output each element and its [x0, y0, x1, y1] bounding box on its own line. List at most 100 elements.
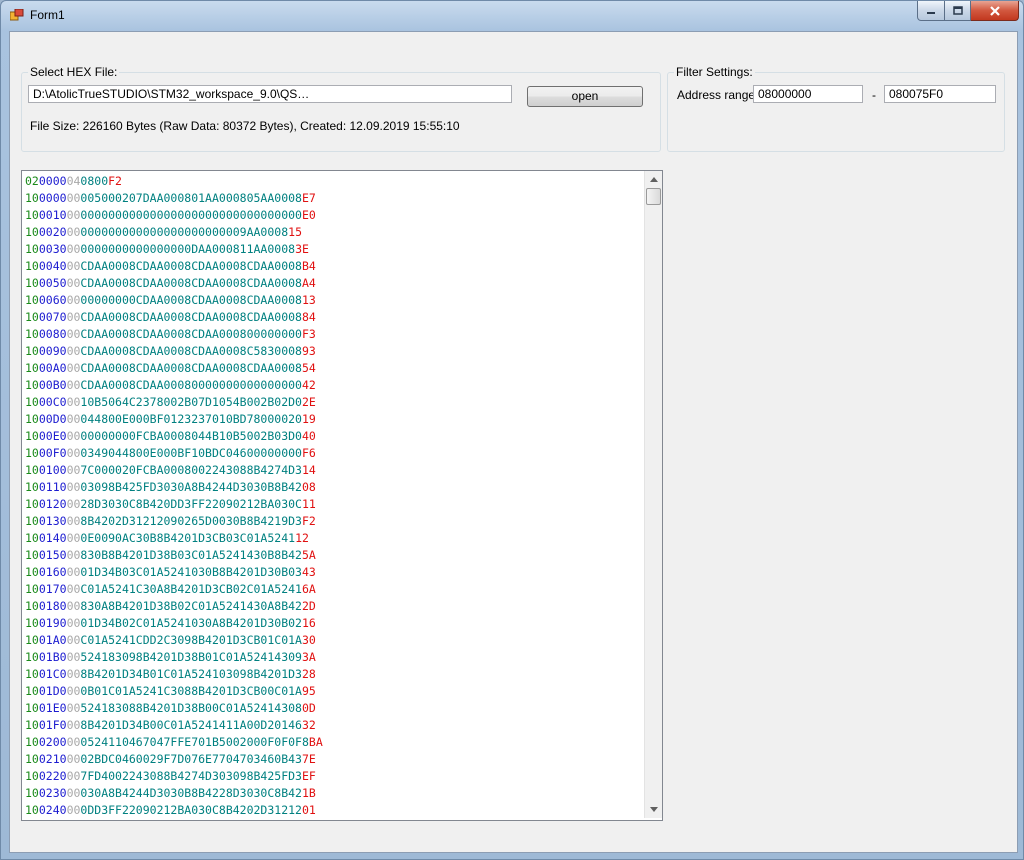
record-address: 00B0 [38, 378, 67, 392]
record-type: 00 [66, 752, 81, 766]
hex-record-line: 1000A000CDAA0008CDAA0008CDAA0008CDAA0008… [25, 360, 323, 377]
record-length: 10 [25, 446, 39, 460]
record-checksum: 28 [301, 667, 316, 681]
record-checksum: 08 [301, 480, 316, 494]
record-type: 00 [66, 191, 81, 205]
record-type: 00 [66, 327, 81, 341]
open-button[interactable]: open [527, 86, 643, 107]
record-checksum: 15 [288, 225, 302, 239]
close-icon [989, 5, 1000, 16]
record-length: 10 [25, 412, 39, 426]
record-data: 00000000000000000000000000000000 [80, 208, 302, 222]
record-address: 0240 [38, 803, 67, 817]
record-length: 10 [25, 701, 39, 715]
hex-record-line: 100200000524110467047FFE701B5002000F0F0F… [25, 734, 323, 751]
hex-record-line: 1001600001D34B03C01A5241030B8B4201D30B03… [25, 564, 323, 581]
record-type: 00 [66, 208, 81, 222]
app-window: Form1 Select HEX File: D:\AtolicTrueSTUD… [0, 0, 1024, 860]
record-type: 00 [66, 514, 81, 528]
title-bar[interactable]: Form1 [1, 1, 1023, 29]
record-checksum: EF [301, 769, 316, 783]
record-type: 00 [66, 497, 81, 511]
record-length: 10 [25, 786, 39, 800]
maximize-icon [952, 6, 963, 15]
record-length: 10 [25, 480, 39, 494]
hex-record-line: 1001D0000B01C01A5241C3088B4201D3CB00C01A… [25, 683, 323, 700]
record-type: 00 [66, 786, 81, 800]
record-data: 0E0090AC30B8B4201D3CB03C01A5241 [80, 531, 296, 545]
record-type: 00 [66, 310, 81, 324]
hex-record-line: 1000D000044800E000BF0123237010BD78000020… [25, 411, 323, 428]
chevron-down-icon [649, 807, 658, 812]
record-address: 0140 [38, 531, 67, 545]
scroll-up-button[interactable] [645, 171, 662, 188]
record-type: 00 [66, 276, 81, 290]
record-type: 00 [66, 531, 81, 545]
scroll-thumb[interactable] [646, 188, 661, 205]
hex-record-line: 1000100000000000000000000000000000000000… [25, 207, 323, 224]
record-address: 0170 [38, 582, 67, 596]
hex-record-line: 1001B000524183098B4201D38B01C01A52414309… [25, 649, 323, 666]
record-data: 830B8B4201D38B03C01A5241430B8B42 [80, 548, 302, 562]
hex-record-line: 10002000000000000000000000000009AA000815 [25, 224, 323, 241]
record-type: 00 [66, 548, 81, 562]
record-type: 00 [66, 582, 81, 596]
record-address: 0010 [38, 208, 67, 222]
record-checksum: 32 [301, 718, 316, 732]
record-length: 10 [25, 633, 39, 647]
record-length: 10 [25, 735, 39, 749]
record-length: 10 [25, 276, 39, 290]
vertical-scrollbar[interactable] [644, 171, 662, 818]
record-type: 00 [66, 293, 81, 307]
scroll-down-button[interactable] [645, 801, 662, 818]
record-length: 10 [25, 429, 39, 443]
record-data: CDAA0008CDAA0008CDAA0008CDAA0008 [80, 310, 302, 324]
record-length: 10 [25, 667, 39, 681]
hex-record-line: 100140000E0090AC30B8B4201D3CB03C01A52411… [25, 530, 323, 547]
hex-record-line: 100240000DD3FF22090212BA030C8B4202D31212… [25, 802, 323, 819]
hex-record-line: 10015000830B8B4201D38B03C01A5241430B8B42… [25, 547, 323, 564]
record-data: CDAA0008CDAA0008CDAA0008CDAA0008 [80, 276, 302, 290]
record-data: C01A5241C30A8B4201D3CB02C01A5241 [80, 582, 302, 596]
caption-buttons [917, 1, 1019, 21]
hex-file-path-input[interactable]: D:\AtolicTrueSTUDIO\STM32_workspace_9.0\… [28, 85, 512, 103]
hex-record-line: 1000F0000349044800E000BF10BDC04600000000… [25, 445, 323, 462]
record-checksum: E0 [301, 208, 316, 222]
record-type: 00 [66, 633, 81, 647]
record-length: 10 [25, 208, 39, 222]
hex-record-line: 100220007FD4002243088B4274D303098B425FD3… [25, 768, 323, 785]
record-address: 0050 [38, 276, 67, 290]
record-length: 10 [25, 344, 39, 358]
record-type: 00 [66, 395, 81, 409]
record-address: 0040 [38, 259, 67, 273]
chevron-up-icon [649, 177, 658, 182]
record-length: 10 [25, 582, 39, 596]
record-checksum: A4 [301, 276, 316, 290]
maximize-button[interactable] [945, 1, 971, 21]
address-start-input[interactable]: 08000000 [753, 85, 863, 103]
close-button[interactable] [971, 1, 1019, 21]
hex-record-line: 10000000005000207DAA000801AA000805AA0008… [25, 190, 323, 207]
file-info-text: File Size: 226160 Bytes (Raw Data: 80372… [30, 119, 460, 133]
record-address: 0090 [38, 344, 67, 358]
record-data: 03098B425FD3030A8B4244D3030B8B42 [80, 480, 302, 494]
record-type: 00 [66, 769, 81, 783]
address-end-input[interactable]: 080075F0 [884, 85, 996, 103]
hex-record-line: 020000040800F2 [25, 173, 323, 190]
hex-record-line: 10007000CDAA0008CDAA0008CDAA0008CDAA0008… [25, 309, 323, 326]
record-checksum: 1B [301, 786, 316, 800]
hex-content-textbox[interactable]: 020000040800F2 10000000005000207DAA000801… [21, 170, 663, 821]
record-type: 00 [66, 565, 81, 579]
record-address: 01B0 [38, 650, 67, 664]
address-range-dash: - [872, 88, 876, 102]
record-length: 10 [25, 361, 39, 375]
record-address: 0110 [38, 480, 67, 494]
record-type: 00 [66, 616, 81, 630]
record-data: 7C000020FCBA0008002243088B4274D3 [80, 463, 302, 477]
record-length: 10 [25, 310, 39, 324]
record-type: 00 [66, 684, 81, 698]
hex-record-list: 020000040800F2 10000000005000207DAA000801… [25, 173, 323, 819]
minimize-button[interactable] [917, 1, 945, 21]
record-type: 04 [66, 174, 81, 188]
record-length: 10 [25, 327, 39, 341]
